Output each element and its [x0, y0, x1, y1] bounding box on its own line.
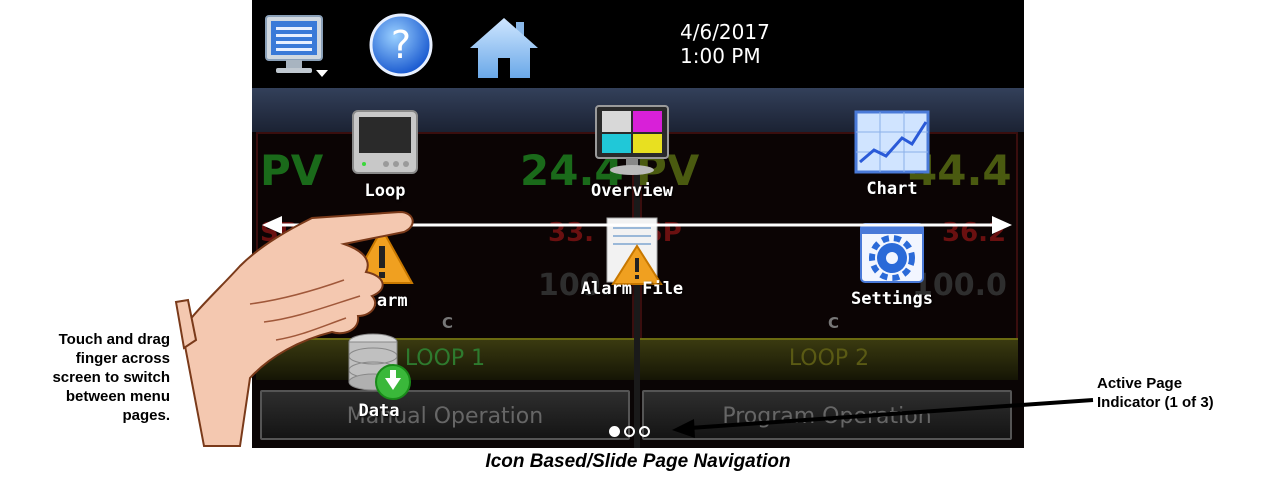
annotation-line: finger across — [75, 350, 170, 367]
alarm-warning-icon — [350, 226, 414, 284]
menu-label: Alarm File — [580, 279, 684, 299]
annotation-line: Indicator (1 of 3) — [1097, 394, 1214, 411]
date-time-display: 4/6/2017 1:00 PM — [680, 20, 770, 68]
loop-2-label-bar: LOOP 2 — [640, 338, 1018, 380]
annotation-line: Touch and drag — [58, 331, 170, 348]
button-label: Program Operation — [722, 404, 932, 429]
menu-label: Overview — [591, 181, 673, 201]
chart-icon — [854, 110, 930, 174]
date-text: 4/6/2017 — [680, 20, 770, 44]
menu-item-alarm-file[interactable]: Alarm File — [577, 216, 687, 299]
touch-screen[interactable]: ? 4/6/2017 1:00 PM PV 24.4 SP 33. 100. C… — [252, 0, 1024, 448]
page-dot[interactable] — [639, 426, 650, 437]
loop-controller-icon — [352, 110, 418, 174]
page-indicator — [609, 424, 654, 442]
top-bar: ? 4/6/2017 1:00 PM — [252, 0, 1024, 88]
home-icon[interactable] — [468, 14, 540, 80]
manual-operation-button[interactable]: Manual Operation — [260, 390, 630, 440]
menu-label: Data — [358, 401, 400, 421]
page-indicator-annotation: Active Page Indicator (1 of 3) — [1097, 374, 1273, 412]
alarm-file-icon — [606, 217, 663, 285]
svg-text:?: ? — [391, 23, 411, 67]
settings-gear-icon — [860, 223, 924, 283]
monitor-menu-icon[interactable] — [262, 10, 334, 82]
page-dot[interactable] — [624, 426, 635, 437]
menu-label: Settings — [851, 289, 933, 309]
help-icon[interactable]: ? — [368, 12, 434, 78]
sp-value: 36.2 — [942, 218, 1007, 248]
annotation-line: pages. — [122, 407, 170, 424]
page-dot-active[interactable] — [609, 426, 620, 437]
loop-2-label: LOOP 2 — [788, 346, 870, 371]
menu-label: Loop — [364, 181, 406, 201]
menu-item-overview[interactable]: Overview — [582, 104, 682, 201]
annotation-line: screen to switch — [52, 369, 170, 386]
overview-monitor-icon — [595, 105, 669, 175]
loop-1-label: LOOP 1 — [404, 346, 486, 371]
sp-label: SP — [260, 218, 298, 248]
swipe-instruction-annotation: Touch and drag finger across screen to s… — [0, 330, 170, 425]
loop-1-label-bar: LOOP 1 — [256, 338, 634, 380]
menu-label: Alarm — [356, 291, 408, 311]
menu-item-loop[interactable]: Loop — [340, 108, 430, 201]
annotation-line: between menu — [65, 388, 170, 405]
figure-caption: Icon Based/Slide Page Navigation — [485, 451, 791, 472]
menu-item-settings[interactable]: Settings — [842, 222, 942, 309]
menu-item-alarm[interactable]: Alarm — [332, 226, 432, 311]
data-database-icon — [348, 333, 411, 400]
unit-label: C — [442, 314, 454, 332]
time-text: 1:00 PM — [680, 44, 761, 68]
menu-label: Chart — [866, 179, 918, 199]
loop-2-panel: PV 44.4 SP 36.2 100.0 C — [636, 132, 1018, 364]
menu-item-data[interactable]: Data — [334, 332, 424, 421]
unit-label: C — [828, 314, 840, 332]
menu-item-chart[interactable]: Chart — [842, 110, 942, 199]
button-label: Manual Operation — [346, 404, 544, 429]
program-operation-button[interactable]: Program Operation — [642, 390, 1012, 440]
pv-label: PV — [260, 146, 324, 195]
annotation-line: Active Page — [1097, 375, 1183, 392]
